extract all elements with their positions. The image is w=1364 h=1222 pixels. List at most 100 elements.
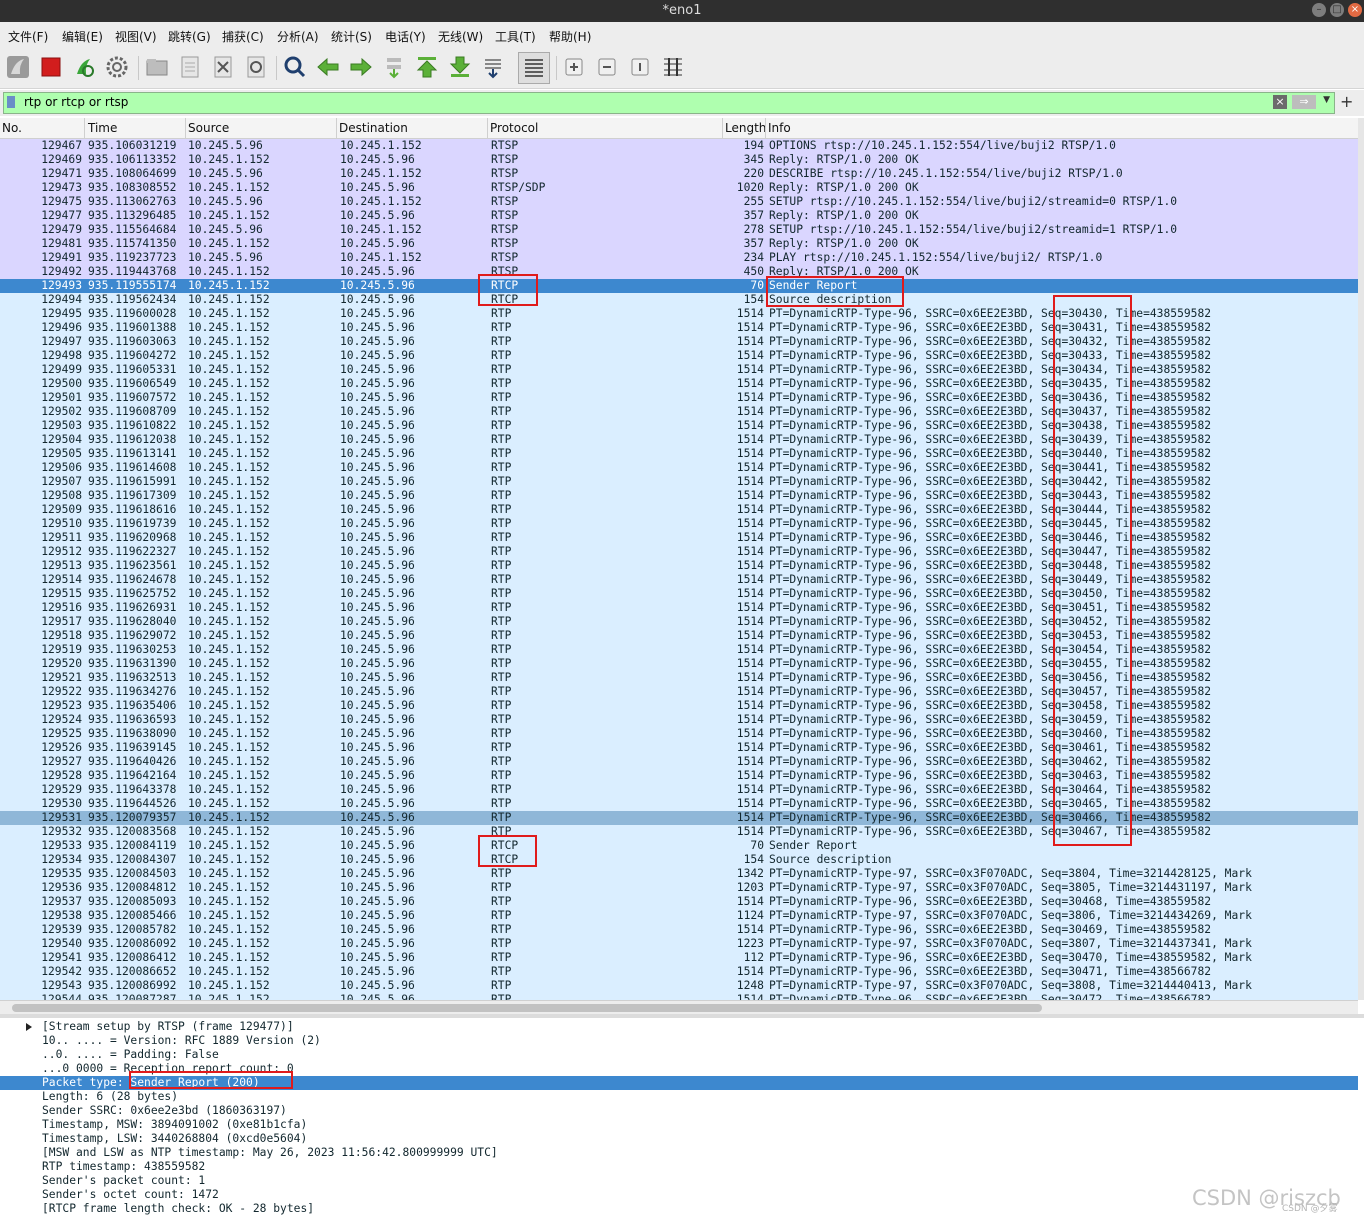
- menu-telephony[interactable]: 电话(Y): [385, 28, 426, 45]
- zoom-out-icon[interactable]: [594, 54, 620, 80]
- packet-row[interactable]: 129509 935.119618616 10.245.1.152 10.245.5.…: [0, 503, 1358, 517]
- first-packet-icon[interactable]: [414, 54, 440, 80]
- packet-row[interactable]: 129505 935.119613141 10.245.1.152 10.245.5.…: [0, 447, 1358, 461]
- hscroll-thumb[interactable]: [12, 1004, 1042, 1012]
- packet-row[interactable]: 129537 935.120085093 10.245.1.152 10.245.5.…: [0, 895, 1358, 909]
- packet-row[interactable]: 129539 935.120085782 10.245.1.152 10.245.5.…: [0, 923, 1358, 937]
- close-icon[interactable]: ×: [1348, 3, 1362, 17]
- packet-row[interactable]: 129529 935.119643378 10.245.1.152 10.245.5.…: [0, 783, 1358, 797]
- packet-row[interactable]: 129518 935.119629072 10.245.1.152 10.245.5.…: [0, 629, 1358, 643]
- expand-arrow-icon[interactable]: [26, 1023, 32, 1031]
- forward-arrow-icon[interactable]: [348, 54, 374, 80]
- packet-list-vscroll[interactable]: [1358, 118, 1364, 1000]
- packet-list[interactable]: 129467 935.106031219 10.245.5.96 10.245.1.1…: [0, 139, 1358, 1000]
- packet-row[interactable]: 129473 935.108308552 10.245.1.152 10.245.5.…: [0, 181, 1358, 195]
- packet-details[interactable]: [Stream setup by RTSP (frame 129477)] 10.…: [0, 1018, 1358, 1222]
- packet-row[interactable]: 129497 935.119603063 10.245.1.152 10.245.5.…: [0, 335, 1358, 349]
- packet-row[interactable]: 129522 935.119634276 10.245.1.152 10.245.5.…: [0, 685, 1358, 699]
- packet-row[interactable]: 129496 935.119601388 10.245.1.152 10.245.5.…: [0, 321, 1358, 335]
- col-source[interactable]: Source: [188, 121, 229, 135]
- packet-row[interactable]: 129544 935.120087287 10.245.1.152 10.245.5.…: [0, 993, 1358, 1000]
- packet-row[interactable]: 129527 935.119640426 10.245.1.152 10.245.5.…: [0, 755, 1358, 769]
- detail-line[interactable]: Length: 6 (28 bytes): [0, 1090, 1358, 1104]
- packet-row[interactable]: 129504 935.119612038 10.245.1.152 10.245.5.…: [0, 433, 1358, 447]
- packet-row[interactable]: 129534 935.120084307 10.245.1.152 10.245.5.…: [0, 853, 1358, 867]
- menu-edit[interactable]: 编辑(E): [62, 28, 103, 45]
- goto-packet-icon[interactable]: [381, 54, 407, 80]
- packet-row[interactable]: 129502 935.119608709 10.245.1.152 10.245.5.…: [0, 405, 1358, 419]
- packet-row[interactable]: 129508 935.119617309 10.245.1.152 10.245.5.…: [0, 489, 1358, 503]
- menu-help[interactable]: 帮助(H): [549, 28, 591, 45]
- menu-analyze[interactable]: 分析(A): [277, 28, 319, 45]
- packet-row[interactable]: 129528 935.119642164 10.245.1.152 10.245.5.…: [0, 769, 1358, 783]
- packet-row[interactable]: 129469 935.106113352 10.245.1.152 10.245.5.…: [0, 153, 1358, 167]
- packet-row[interactable]: 129499 935.119605331 10.245.1.152 10.245.5.…: [0, 363, 1358, 377]
- detail-line[interactable]: Sender SSRC: 0x6ee2e3bd (1860363197): [0, 1104, 1358, 1118]
- packet-row[interactable]: 129493 935.119555174 10.245.1.152 10.245.5.…: [0, 279, 1358, 293]
- menu-go[interactable]: 跳转(G): [168, 28, 211, 45]
- packet-row[interactable]: 129511 935.119620968 10.245.1.152 10.245.5.…: [0, 531, 1358, 545]
- apply-filter-icon[interactable]: ⇒: [1292, 95, 1316, 109]
- detail-line[interactable]: Sender's octet count: 1472: [0, 1188, 1358, 1202]
- packet-row[interactable]: 129530 935.119644526 10.245.1.152 10.245.5.…: [0, 797, 1358, 811]
- packet-row[interactable]: 129477 935.113296485 10.245.1.152 10.245.5.…: [0, 209, 1358, 223]
- packet-row[interactable]: 129514 935.119624678 10.245.1.152 10.245.5.…: [0, 573, 1358, 587]
- packet-row[interactable]: 129512 935.119622327 10.245.1.152 10.245.5.…: [0, 545, 1358, 559]
- detail-line[interactable]: 10.. .... = Version: RFC 1889 Version (2…: [0, 1034, 1358, 1048]
- save-file-icon[interactable]: [177, 54, 203, 80]
- menu-statistics[interactable]: 统计(S): [331, 28, 372, 45]
- detail-line[interactable]: Sender's packet count: 1: [0, 1174, 1358, 1188]
- open-folder-icon[interactable]: [144, 54, 170, 80]
- packet-row[interactable]: 129501 935.119607572 10.245.1.152 10.245.5.…: [0, 391, 1358, 405]
- col-protocol[interactable]: Protocol: [490, 121, 538, 135]
- packet-row[interactable]: 129471 935.108064699 10.245.5.96 10.245.1.1…: [0, 167, 1358, 181]
- col-no[interactable]: No.: [2, 121, 22, 135]
- resize-columns-icon[interactable]: [660, 54, 686, 80]
- menu-wireless[interactable]: 无线(W): [438, 28, 483, 45]
- packet-row[interactable]: 129467 935.106031219 10.245.5.96 10.245.1.1…: [0, 139, 1358, 153]
- back-arrow-icon[interactable]: [315, 54, 341, 80]
- detail-line[interactable]: ..0. .... = Padding: False: [0, 1048, 1358, 1062]
- packet-row[interactable]: 129531 935.120079357 10.245.1.152 10.245.5.…: [0, 811, 1358, 825]
- packet-row[interactable]: 129479 935.115564684 10.245.5.96 10.245.1.1…: [0, 223, 1358, 237]
- packet-row[interactable]: 129535 935.120084503 10.245.1.152 10.245.5.…: [0, 867, 1358, 881]
- packet-row[interactable]: 129503 935.119610822 10.245.1.152 10.245.5.…: [0, 419, 1358, 433]
- packet-row[interactable]: 129523 935.119635406 10.245.1.152 10.245.5.…: [0, 699, 1358, 713]
- menu-view[interactable]: 视图(V): [115, 28, 157, 45]
- packet-row[interactable]: 129507 935.119615991 10.245.1.152 10.245.5.…: [0, 475, 1358, 489]
- detail-line[interactable]: Timestamp, LSW: 3440268804 (0xcd0e5604): [0, 1132, 1358, 1146]
- packet-row[interactable]: 129538 935.120085466 10.245.1.152 10.245.5.…: [0, 909, 1358, 923]
- col-info[interactable]: Info: [768, 121, 791, 135]
- packet-row[interactable]: 129524 935.119636593 10.245.1.152 10.245.5.…: [0, 713, 1358, 727]
- packet-row[interactable]: 129536 935.120084812 10.245.1.152 10.245.5.…: [0, 881, 1358, 895]
- detail-line[interactable]: Packet type: Sender Report (200): [0, 1076, 1358, 1090]
- find-icon[interactable]: [282, 54, 308, 80]
- display-filter-input[interactable]: rtp or rtcp or rtsp × ⇒ ▼: [3, 92, 1335, 114]
- detail-line[interactable]: ...0 0000 = Reception report count: 0: [0, 1062, 1358, 1076]
- packet-row[interactable]: 129513 935.119623561 10.245.1.152 10.245.5.…: [0, 559, 1358, 573]
- detail-line[interactable]: RTP timestamp: 438559582: [0, 1160, 1358, 1174]
- normal-size-icon[interactable]: [627, 54, 653, 80]
- chevron-down-icon[interactable]: ▼: [1323, 95, 1330, 105]
- packet-row[interactable]: 129492 935.119443768 10.245.1.152 10.245.5.…: [0, 265, 1358, 279]
- packet-row[interactable]: 129526 935.119639145 10.245.1.152 10.245.5.…: [0, 741, 1358, 755]
- menu-capture[interactable]: 捕获(C): [222, 28, 264, 45]
- packet-row[interactable]: 129541 935.120086412 10.245.1.152 10.245.5.…: [0, 951, 1358, 965]
- packet-row[interactable]: 129525 935.119638090 10.245.1.152 10.245.5.…: [0, 727, 1358, 741]
- col-time[interactable]: Time: [88, 121, 117, 135]
- packet-row[interactable]: 129481 935.115741350 10.245.1.152 10.245.5.…: [0, 237, 1358, 251]
- col-length[interactable]: Length: [725, 121, 766, 135]
- minimize-icon[interactable]: –: [1312, 3, 1326, 17]
- packet-row[interactable]: 129506 935.119614608 10.245.1.152 10.245.5.…: [0, 461, 1358, 475]
- menu-tools[interactable]: 工具(T): [495, 28, 536, 45]
- clear-filter-icon[interactable]: ×: [1273, 95, 1287, 109]
- packet-row[interactable]: 129543 935.120086992 10.245.1.152 10.245.5.…: [0, 979, 1358, 993]
- col-destination[interactable]: Destination: [339, 121, 408, 135]
- detail-line[interactable]: [MSW and LSW as NTP timestamp: May 26, 2…: [0, 1146, 1358, 1160]
- stop-icon[interactable]: [38, 54, 64, 80]
- zoom-in-icon[interactable]: [561, 54, 587, 80]
- close-file-icon[interactable]: [210, 54, 236, 80]
- packet-row[interactable]: 129532 935.120083568 10.245.1.152 10.245.5.…: [0, 825, 1358, 839]
- packet-row[interactable]: 129519 935.119630253 10.245.1.152 10.245.5.…: [0, 643, 1358, 657]
- packet-row[interactable]: 129540 935.120086092 10.245.1.152 10.245.5.…: [0, 937, 1358, 951]
